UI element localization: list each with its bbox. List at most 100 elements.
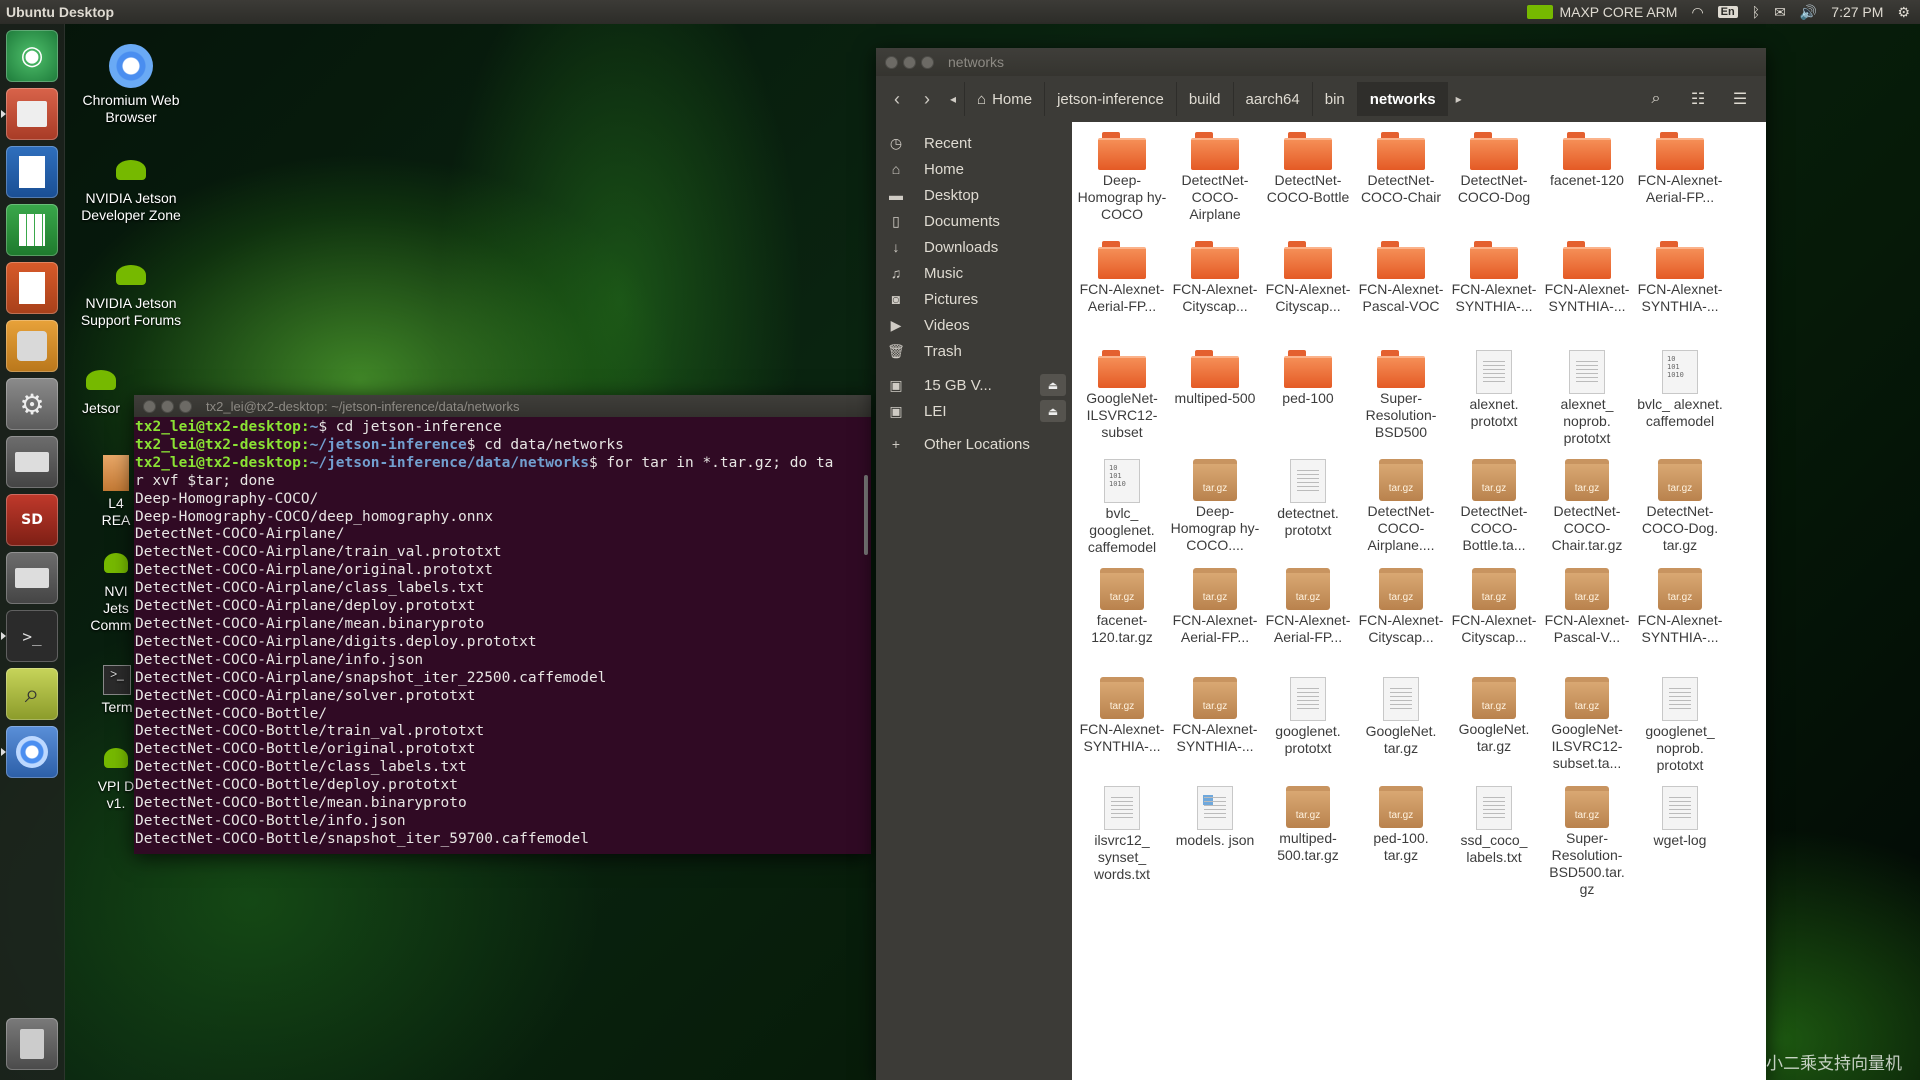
- file-item[interactable]: 10 101 1010 bvlc_ googlenet. caffemodel: [1076, 459, 1168, 556]
- desktop-icon-vpi-demos[interactable]: VPI D v1.: [96, 748, 136, 812]
- file-item[interactable]: tar.gz Deep-Homograp hy-COCO....: [1169, 459, 1261, 554]
- file-manager-window[interactable]: networks ‹ › ◂ ⌂ Home jetson-inference buil…: [876, 48, 1766, 1080]
- folder-item[interactable]: FCN-Alexnet-SYNTHIA-...: [1541, 241, 1633, 315]
- terminal-output[interactable]: tx2_lei@tx2-desktop:~$ cd jetson-inferen…: [134, 417, 871, 854]
- breadcrumb-item-networks[interactable]: networks: [1356, 82, 1448, 116]
- sidebar-item-other-locations[interactable]: + Other Locations: [876, 429, 1072, 459]
- breadcrumb-scroll-left[interactable]: ◂: [942, 92, 964, 106]
- eject-icon[interactable]: ⏏: [1040, 374, 1066, 396]
- file-item[interactable]: tar.gz GoogleNet. tar.gz: [1448, 677, 1540, 755]
- menu-icon[interactable]: ☰: [1722, 83, 1758, 115]
- file-item[interactable]: tar.gz FCN-Alexnet-Pascal-V...: [1541, 568, 1633, 646]
- libreoffice-writer-icon[interactable]: [6, 146, 58, 198]
- file-item[interactable]: tar.gz FCN-Alexnet-Cityscap...: [1355, 568, 1447, 646]
- desktop-icon-jetson-developer-zone[interactable]: NVIDIA Jetson Developer Zone: [76, 160, 186, 224]
- breadcrumb-item-build[interactable]: build: [1175, 82, 1233, 116]
- breadcrumb-item-jetson-inference[interactable]: jetson-inference: [1044, 82, 1176, 116]
- ubuntu-dash-icon[interactable]: ◉: [6, 30, 58, 82]
- file-manager-icon[interactable]: [1, 88, 58, 140]
- file-item[interactable]: models. json: [1169, 786, 1261, 849]
- sidebar-item-trash[interactable]: 🗑 Trash: [876, 336, 1072, 366]
- file-item[interactable]: alexnet. prototxt: [1448, 350, 1540, 430]
- folder-item[interactable]: Deep-Homograp hy-COCO: [1076, 132, 1168, 223]
- breadcrumb-item-home[interactable]: ⌂ Home: [964, 82, 1044, 116]
- folder-item[interactable]: DetectNet-COCO-Bottle: [1262, 132, 1354, 206]
- breadcrumb-item-bin[interactable]: bin: [1311, 82, 1357, 116]
- file-item[interactable]: googlenet_ noprob. prototxt: [1634, 677, 1726, 774]
- file-item[interactable]: tar.gz FCN-Alexnet-Aerial-FP...: [1262, 568, 1354, 646]
- volume-icon[interactable]: 🔊: [1800, 4, 1817, 21]
- keyboard-layout-indicator[interactable]: En: [1717, 6, 1738, 18]
- file-item[interactable]: tar.gz ped-100. tar.gz: [1355, 786, 1447, 864]
- file-item[interactable]: 10 101 1010 bvlc_ alexnet. caffemodel: [1634, 350, 1726, 430]
- forward-button[interactable]: ›: [912, 84, 942, 114]
- folder-item[interactable]: FCN-Alexnet-Cityscap...: [1169, 241, 1261, 315]
- file-item[interactable]: wget-log: [1634, 786, 1726, 849]
- file-item[interactable]: tar.gz GoogleNet-ILSVRC12-subset.ta...: [1541, 677, 1633, 772]
- file-manager-titlebar[interactable]: networks: [876, 48, 1766, 76]
- file-item[interactable]: tar.gz DetectNet-COCO-Dog. tar.gz: [1634, 459, 1726, 554]
- close-button[interactable]: [143, 399, 156, 413]
- desktop-icon-chromium[interactable]: Chromium Web Browser: [76, 44, 186, 126]
- file-item[interactable]: alexnet_ noprob. prototxt: [1541, 350, 1633, 447]
- sidebar-item-lei[interactable]: ▣ LEI ⏏: [876, 396, 1072, 426]
- mail-icon[interactable]: ✉: [1774, 4, 1786, 21]
- file-item[interactable]: GoogleNet. tar.gz: [1355, 677, 1447, 757]
- libreoffice-impress-icon[interactable]: [6, 262, 58, 314]
- breadcrumb-item-aarch64[interactable]: aarch64: [1232, 82, 1312, 116]
- folder-item[interactable]: DetectNet-COCO-Dog: [1448, 132, 1540, 206]
- folder-item[interactable]: FCN-Alexnet-SYNTHIA-...: [1448, 241, 1540, 315]
- terminal-scrollbar[interactable]: [864, 475, 868, 555]
- eject-icon[interactable]: ⏏: [1040, 400, 1066, 422]
- wifi-icon[interactable]: ◠: [1691, 4, 1703, 21]
- file-item[interactable]: tar.gz FCN-Alexnet-SYNTHIA-...: [1076, 677, 1168, 755]
- folder-item[interactable]: GoogleNet-ILSVRC12-subset: [1076, 350, 1168, 441]
- file-item[interactable]: tar.gz FCN-Alexnet-Cityscap...: [1448, 568, 1540, 646]
- folder-item[interactable]: multiped-500: [1169, 350, 1261, 407]
- file-item[interactable]: tar.gz DetectNet-COCO-Airplane....: [1355, 459, 1447, 554]
- file-item[interactable]: tar.gz FCN-Alexnet-SYNTHIA-...: [1169, 677, 1261, 755]
- folder-item[interactable]: FCN-Alexnet-Aerial-FP...: [1076, 241, 1168, 315]
- power-mode-indicator[interactable]: MAXP CORE ARM: [1527, 4, 1677, 20]
- folder-item[interactable]: DetectNet-COCO-Airplane: [1169, 132, 1261, 223]
- file-item[interactable]: googlenet. prototxt: [1262, 677, 1354, 757]
- terminal-window[interactable]: tx2_lei@tx2-desktop: ~/jetson-inference/…: [134, 395, 871, 854]
- maximize-button[interactable]: [921, 55, 934, 69]
- trash-icon[interactable]: [6, 1018, 58, 1070]
- folder-item[interactable]: ped-100: [1262, 350, 1354, 407]
- desktop-icon-terminal[interactable]: >_ Term: [98, 665, 136, 716]
- folder-item[interactable]: DetectNet-COCO-Chair: [1355, 132, 1447, 206]
- file-item[interactable]: tar.gz multiped-500.tar.gz: [1262, 786, 1354, 864]
- folder-item[interactable]: FCN-Alexnet-Pascal-VOC: [1355, 241, 1447, 315]
- close-button[interactable]: [885, 55, 898, 69]
- folder-item[interactable]: facenet-120: [1541, 132, 1633, 189]
- file-item[interactable]: tar.gz Super-Resolution-BSD500.tar. gz: [1541, 786, 1633, 898]
- maximize-button[interactable]: [179, 399, 192, 413]
- terminal-icon[interactable]: >_: [1, 610, 58, 662]
- desktop-icon-jetson-support-forums[interactable]: NVIDIA Jetson Support Forums: [76, 265, 186, 329]
- minimize-button[interactable]: [161, 399, 174, 413]
- folder-item[interactable]: FCN-Alexnet-Cityscap...: [1262, 241, 1354, 315]
- file-item[interactable]: tar.gz facenet-120.tar.gz: [1076, 568, 1168, 646]
- sd-card-icon[interactable]: SD: [6, 494, 58, 546]
- breadcrumb-scroll-right[interactable]: ▸: [1448, 92, 1470, 106]
- file-item[interactable]: ssd_coco_ labels.txt: [1448, 786, 1540, 866]
- file-item[interactable]: ilsvrc12_ synset_ words.txt: [1076, 786, 1168, 883]
- software-center-icon[interactable]: [6, 320, 58, 372]
- minimize-button[interactable]: [903, 55, 916, 69]
- terminal-titlebar[interactable]: tx2_lei@tx2-desktop: ~/jetson-inference/…: [134, 395, 871, 417]
- disk-drive-icon[interactable]: [6, 436, 58, 488]
- usb-drive-icon[interactable]: [6, 552, 58, 604]
- desktop-icon-nvidia-community[interactable]: NVI Jets: [96, 553, 136, 617]
- file-item[interactable]: detectnet. prototxt: [1262, 459, 1354, 539]
- file-item[interactable]: tar.gz DetectNet-COCO-Chair.tar.gz: [1541, 459, 1633, 554]
- image-viewer-icon[interactable]: ⌕: [6, 668, 58, 720]
- desktop-icon-l4-readme[interactable]: L4 REA: [96, 455, 136, 529]
- view-toggle-icon[interactable]: ☷: [1680, 83, 1716, 115]
- libreoffice-calc-icon[interactable]: [6, 204, 58, 256]
- gear-icon[interactable]: ⚙: [1897, 4, 1910, 21]
- file-item[interactable]: tar.gz FCN-Alexnet-Aerial-FP...: [1169, 568, 1261, 646]
- chromium-icon[interactable]: [1, 726, 58, 778]
- folder-item[interactable]: Super-Resolution-BSD500: [1355, 350, 1447, 441]
- file-item[interactable]: tar.gz FCN-Alexnet-SYNTHIA-...: [1634, 568, 1726, 646]
